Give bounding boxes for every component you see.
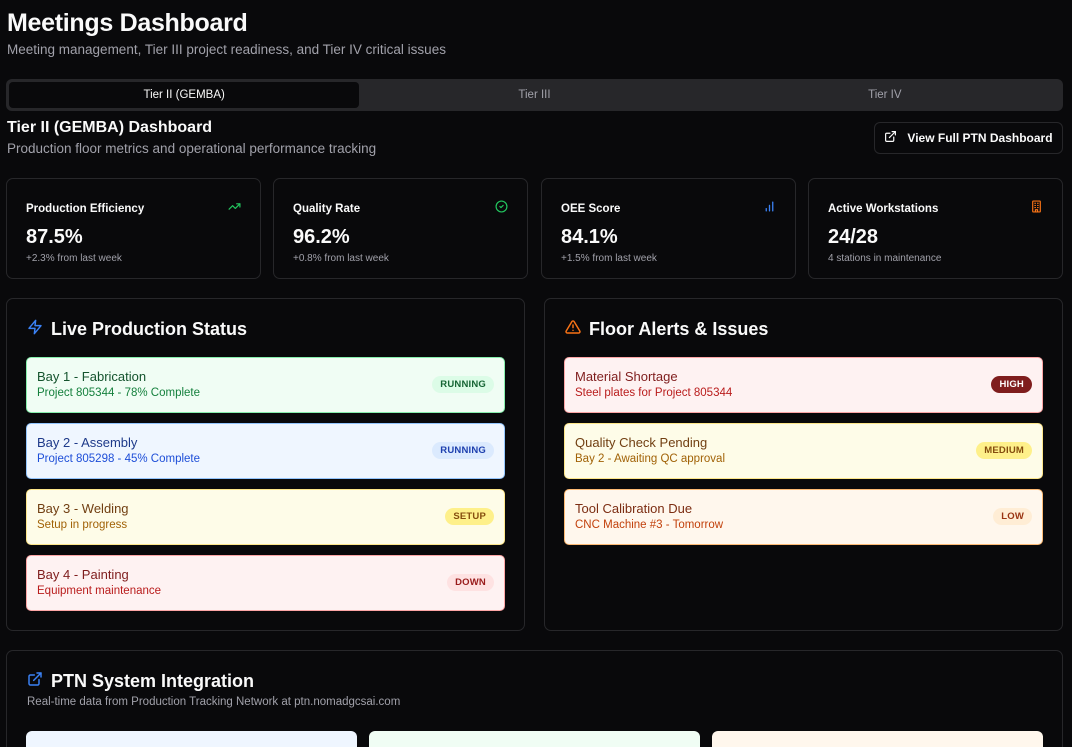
ptn-integration-title-text: PTN System Integration (51, 671, 255, 691)
ptn-card-green (369, 731, 700, 747)
alert-item-title: Material Shortage (575, 369, 678, 384)
production-item-title: Bay 2 - Assembly (37, 435, 138, 450)
production-item-detail: Setup in progress (37, 519, 128, 531)
metric-change: +1.5% from last week (561, 253, 657, 264)
priority-badge: HIGH (991, 376, 1032, 393)
priority-badge: MEDIUM (976, 442, 1032, 459)
live-production-panel: Live Production Status Bay 1 - Fabricati… (6, 298, 525, 631)
production-list: Bay 1 - Fabrication Project 805344 - 78%… (26, 357, 505, 611)
bar-chart-icon (763, 200, 776, 218)
production-item-detail: Project 805344 - 78% Complete (37, 387, 201, 399)
production-item-title: Bay 4 - Painting (37, 567, 129, 582)
ptn-card-orange (712, 731, 1043, 747)
metric-change: +0.8% from last week (293, 253, 389, 264)
metric-label: Active Workstations (828, 203, 939, 215)
metric-label: OEE Score (561, 203, 621, 215)
tab-tier-iv[interactable]: Tier IV (710, 82, 1060, 108)
page-subtitle: Meeting management, Tier III project rea… (7, 42, 446, 57)
trending-up-icon (228, 200, 241, 218)
status-badge: RUNNING (432, 442, 494, 459)
live-production-title: Live Production Status (27, 319, 247, 340)
metric-change: +2.3% from last week (26, 253, 122, 264)
metric-value: 24/28 (828, 226, 879, 248)
alert-triangle-icon (565, 319, 581, 340)
metric-card-active-workstations: Active Workstations 24/28 4 stations in … (808, 178, 1063, 279)
status-badge: RUNNING (432, 376, 494, 393)
production-item-bay-3[interactable]: Bay 3 - Welding Setup in progress SETUP (26, 489, 505, 545)
status-badge: SETUP (445, 508, 494, 525)
section-title: Tier II (GEMBA) Dashboard (7, 119, 213, 136)
tier-tabs: Tier II (GEMBA) Tier III Tier IV (6, 79, 1063, 111)
status-badge: DOWN (447, 574, 494, 591)
production-item-detail: Equipment maintenance (37, 585, 162, 597)
production-item-bay-1[interactable]: Bay 1 - Fabrication Project 805344 - 78%… (26, 357, 505, 413)
tab-tier-ii[interactable]: Tier II (GEMBA) (9, 82, 360, 108)
metric-card-production-efficiency: Production Efficiency 87.5% +2.3% from l… (6, 178, 261, 279)
page-title: Meetings Dashboard (7, 9, 248, 37)
alert-item-material-shortage[interactable]: Material Shortage Steel plates for Proje… (564, 357, 1043, 413)
priority-badge: LOW (993, 508, 1032, 525)
metric-value: 96.2% (293, 226, 350, 248)
production-item-bay-2[interactable]: Bay 2 - Assembly Project 805298 - 45% Co… (26, 423, 505, 479)
zap-icon (27, 319, 43, 340)
metric-change: 4 stations in maintenance (828, 253, 942, 264)
floor-alerts-panel: Floor Alerts & Issues Material Shortage … (544, 298, 1063, 631)
production-item-bay-4[interactable]: Bay 4 - Painting Equipment maintenance D… (26, 555, 505, 611)
metric-value: 87.5% (26, 226, 83, 248)
section-subtitle: Production floor metrics and operational… (7, 141, 377, 156)
ptn-integration-description: Real-time data from Production Tracking … (27, 696, 401, 708)
ptn-integration-panel: PTN System Integration Real-time data fr… (6, 650, 1063, 747)
check-circle-icon (495, 200, 508, 218)
building-icon (1030, 200, 1043, 218)
alert-item-title: Tool Calibration Due (575, 501, 693, 516)
alert-item-detail: Bay 2 - Awaiting QC approval (575, 453, 726, 465)
alert-item-detail: CNC Machine #3 - Tomorrow (575, 519, 724, 531)
alert-item-tool-calibration[interactable]: Tool Calibration Due CNC Machine #3 - To… (564, 489, 1043, 545)
ptn-card-blue (26, 731, 357, 747)
view-ptn-dashboard-button[interactable]: View Full PTN Dashboard (874, 122, 1063, 154)
external-link-icon (27, 671, 43, 692)
metric-card-oee-score: OEE Score 84.1% +1.5% from last week (541, 178, 796, 279)
alert-item-quality-check[interactable]: Quality Check Pending Bay 2 - Awaiting Q… (564, 423, 1043, 479)
metric-label: Quality Rate (293, 203, 361, 215)
alert-item-title: Quality Check Pending (575, 435, 708, 450)
tab-tier-iii[interactable]: Tier III (359, 82, 709, 108)
floor-alerts-title-text: Floor Alerts & Issues (589, 319, 769, 339)
production-item-detail: Project 805298 - 45% Complete (37, 453, 201, 465)
external-link-icon (884, 130, 897, 146)
metric-card-quality-rate: Quality Rate 96.2% +0.8% from last week (273, 178, 528, 279)
live-production-title-text: Live Production Status (51, 319, 248, 339)
alerts-list: Material Shortage Steel plates for Proje… (564, 357, 1043, 545)
alert-item-detail: Steel plates for Project 805344 (575, 387, 733, 399)
metric-value: 84.1% (561, 226, 618, 248)
production-item-title: Bay 1 - Fabrication (37, 369, 147, 384)
ptn-integration-title: PTN System Integration (27, 671, 254, 692)
floor-alerts-title: Floor Alerts & Issues (565, 319, 768, 340)
metric-label: Production Efficiency (26, 203, 145, 215)
production-item-title: Bay 3 - Welding (37, 501, 129, 516)
view-ptn-dashboard-label: View Full PTN Dashboard (907, 131, 1053, 145)
